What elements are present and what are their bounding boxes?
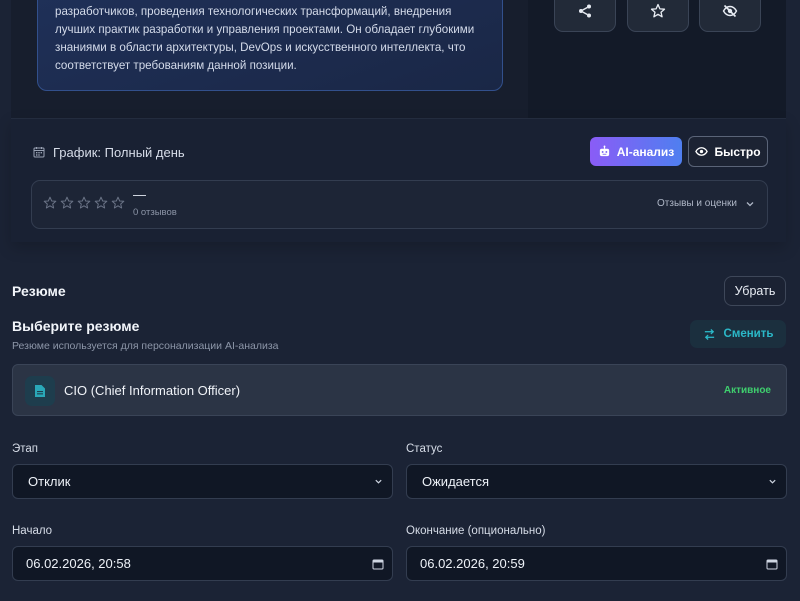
start-datetime-value: 06.02.2026, 20:58 bbox=[26, 556, 131, 571]
rating-star-icon bbox=[43, 196, 57, 209]
start-label: Начало bbox=[12, 525, 53, 537]
chevron-down-icon bbox=[375, 479, 382, 484]
status-select-value: Ожидается bbox=[422, 474, 490, 489]
start-datetime-input[interactable]: 06.02.2026, 20:58 bbox=[12, 546, 393, 581]
star-icon bbox=[650, 3, 666, 18]
share-icon bbox=[579, 4, 591, 18]
ai-description-text: разработчиков, проведения технологически… bbox=[55, 5, 475, 72]
selected-resume-card[interactable]: CIO (Chief Information Officer) Активное bbox=[12, 364, 787, 416]
calendar-icon[interactable] bbox=[372, 558, 384, 570]
ai-analysis-button[interactable]: AI-анализ bbox=[590, 137, 682, 166]
status-select[interactable]: Ожидается bbox=[406, 464, 787, 499]
reviews-toggle[interactable]: Отзывы и оценки bbox=[657, 198, 755, 209]
fast-button[interactable]: Быстро bbox=[688, 136, 768, 167]
eye-off-icon bbox=[722, 4, 738, 18]
choose-resume-title: Выберите резюме bbox=[12, 318, 140, 334]
end-datetime-input[interactable]: 06.02.2026, 20:59 bbox=[406, 546, 787, 581]
swap-icon bbox=[704, 328, 714, 340]
reviews-toggle-label: Отзывы и оценки bbox=[657, 198, 737, 209]
reviews-panel[interactable]: — 0 отзывов Отзывы и оценки bbox=[31, 180, 768, 229]
status-label: Статус bbox=[406, 443, 443, 455]
document-icon bbox=[35, 385, 45, 397]
switch-resume-button[interactable]: Сменить bbox=[690, 320, 786, 348]
resume-file-icon-wrap bbox=[25, 376, 55, 406]
robot-icon bbox=[599, 145, 609, 157]
rating-stars bbox=[43, 196, 125, 210]
chevron-down-icon bbox=[769, 479, 776, 484]
rating-star-icon bbox=[60, 196, 74, 209]
fast-label: Быстро bbox=[714, 144, 761, 159]
calendar-icon[interactable] bbox=[766, 558, 778, 570]
end-datetime-value: 06.02.2026, 20:59 bbox=[420, 556, 525, 571]
eye-icon bbox=[695, 147, 709, 156]
hide-button[interactable] bbox=[699, 0, 761, 32]
switch-resume-label: Сменить bbox=[723, 328, 774, 340]
stage-select[interactable]: Отклик bbox=[12, 464, 393, 499]
remove-resume-button[interactable]: Убрать bbox=[724, 276, 786, 306]
share-button[interactable] bbox=[554, 0, 616, 32]
chevron-down-icon bbox=[746, 201, 754, 206]
rating-star-icon bbox=[94, 196, 108, 209]
schedule-text: График: Полный день bbox=[53, 144, 185, 160]
ai-description-box: разработчиков, проведения технологически… bbox=[37, 0, 503, 91]
rating-value: — bbox=[133, 187, 146, 202]
stage-select-value: Отклик bbox=[28, 474, 71, 489]
end-label: Окончание (опционально) bbox=[406, 525, 546, 537]
favorite-button[interactable] bbox=[627, 0, 689, 32]
stage-label: Этап bbox=[12, 443, 39, 455]
calendar-icon bbox=[33, 147, 45, 158]
reviews-count: 0 отзывов bbox=[133, 207, 177, 218]
resume-section-title: Резюме bbox=[12, 283, 66, 299]
choose-resume-subtitle: Резюме используется для персонализации A… bbox=[12, 340, 279, 352]
rating-star-icon bbox=[111, 196, 125, 209]
resume-name: CIO (Chief Information Officer) bbox=[64, 383, 241, 398]
ai-analysis-label: AI-анализ bbox=[616, 144, 675, 159]
schedule-row: График: Полный день bbox=[33, 144, 185, 160]
rating-star-icon bbox=[77, 196, 91, 209]
resume-status-badge: Активное bbox=[723, 385, 771, 396]
